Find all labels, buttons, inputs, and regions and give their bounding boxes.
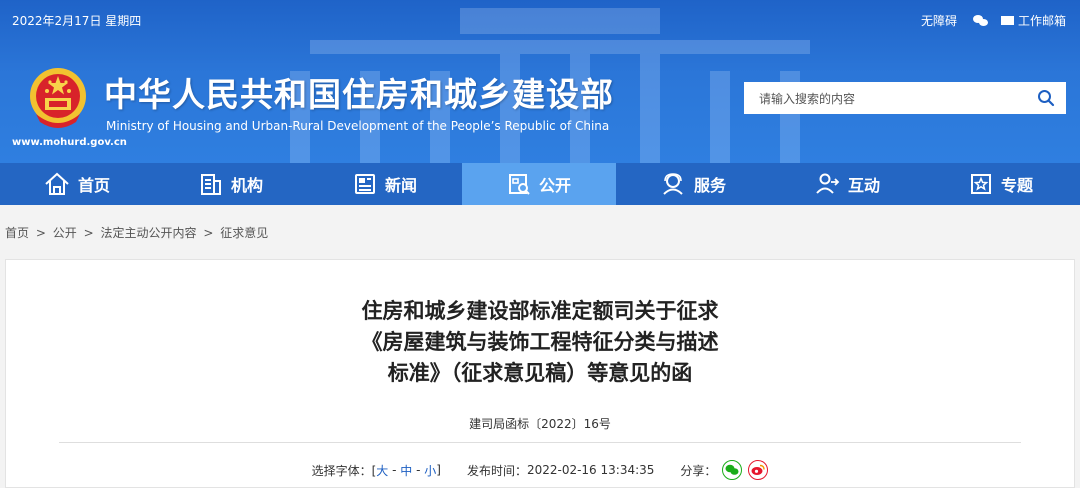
service-icon bbox=[663, 173, 683, 195]
font-size-separator: - bbox=[412, 463, 425, 477]
nav-organization-label: 机构 bbox=[230, 176, 263, 195]
wechat-icon[interactable] bbox=[972, 14, 989, 27]
nav-home-label: 首页 bbox=[77, 176, 110, 195]
search-icon bbox=[1038, 90, 1055, 107]
nav-service[interactable]: 服务 bbox=[616, 163, 770, 205]
font-size-label: 选择字体：[ bbox=[311, 463, 377, 478]
breadcrumb-statutory[interactable]: 法定主动公开内容 bbox=[100, 226, 196, 240]
nav-interaction[interactable]: 互动 bbox=[770, 163, 924, 205]
article-title-line: 住房和城乡建设部标准定额司关于征求 bbox=[361, 299, 719, 323]
document-number: 建司局函标〔2022〕16号 bbox=[469, 417, 611, 431]
nav-service-label: 服务 bbox=[693, 176, 726, 195]
font-size-large[interactable]: 大 bbox=[376, 462, 388, 479]
search-box[interactable]: 请输入搜索的内容 bbox=[744, 82, 1066, 114]
search-button[interactable] bbox=[1026, 89, 1066, 107]
accessibility-link[interactable]: 无障碍 bbox=[921, 12, 957, 29]
nav-disclosure-label: 公开 bbox=[538, 176, 571, 195]
nav-topics-label: 专题 bbox=[1000, 176, 1033, 195]
newspaper-icon bbox=[354, 174, 375, 194]
nav-news-label: 新闻 bbox=[384, 176, 417, 195]
breadcrumb-consultation[interactable]: 征求意见 bbox=[220, 226, 268, 240]
current-date: 2022年2月17日 星期四 bbox=[12, 14, 142, 28]
interaction-icon bbox=[816, 173, 840, 194]
nav-home[interactable]: 首页 bbox=[0, 163, 154, 205]
search-input[interactable]: 请输入搜索的内容 bbox=[744, 90, 1026, 107]
publish-time: 2022-02-16 13:34:35 bbox=[526, 463, 655, 477]
site-url: www.mohurd.gov.cn bbox=[12, 137, 127, 148]
article-meta: 选择字体：[ 大 - 中 - 小 ] 发布时间： 2022-02-16 13:3… bbox=[6, 460, 1074, 480]
font-size-medium[interactable]: 中 bbox=[400, 462, 412, 479]
breadcrumb-separator: > bbox=[83, 226, 94, 240]
divider bbox=[59, 442, 1021, 443]
breadcrumb-separator: > bbox=[203, 226, 214, 240]
ministry-title-en: Ministry of Housing and Urban-Rural Deve… bbox=[106, 119, 610, 133]
nav-disclosure[interactable]: 公开 bbox=[462, 163, 616, 205]
publish-time-label: 发布时间： bbox=[466, 463, 527, 478]
breadcrumb: 首页 > 公开 > 法定主动公开内容 > 征求意见 bbox=[5, 224, 271, 241]
work-mail-link[interactable]: 工作邮箱 bbox=[1000, 12, 1066, 29]
breadcrumb-home[interactable]: 首页 bbox=[5, 226, 29, 240]
font-size-close: ] bbox=[436, 463, 441, 477]
share-label: 分享： bbox=[680, 463, 717, 478]
article-title-line: 《房屋建筑与装饰工程特征分类与描述 bbox=[361, 330, 719, 354]
nav-organization[interactable]: 机构 bbox=[154, 163, 308, 205]
article-title: 住房和城乡建设部标准定额司关于征求 《房屋建筑与装饰工程特征分类与描述 标准》（… bbox=[6, 296, 1074, 389]
main-nav: 首页 机构 新闻 公开 服务 互动 专题 bbox=[0, 163, 1080, 205]
weibo-icon bbox=[751, 464, 766, 475]
work-mail-label: 工作邮箱 bbox=[1017, 14, 1066, 28]
ministry-title-cn[interactable]: 中华人民共和国住房和城乡建设部 bbox=[104, 68, 614, 116]
wechat-icon bbox=[725, 464, 739, 475]
star-icon bbox=[970, 174, 991, 194]
mail-icon bbox=[1000, 16, 1014, 25]
nav-news[interactable]: 新闻 bbox=[308, 163, 462, 205]
nav-topics[interactable]: 专题 bbox=[924, 163, 1078, 205]
site-header: 2022年2月17日 星期四 无障碍 工作邮箱 www.mohurd.gov.c… bbox=[0, 0, 1080, 163]
font-size-small[interactable]: 小 bbox=[424, 462, 436, 479]
share-wechat-button[interactable] bbox=[722, 460, 743, 480]
disclosure-icon bbox=[508, 174, 530, 195]
home-icon bbox=[45, 172, 69, 195]
top-links: 无障碍 工作邮箱 bbox=[909, 12, 1066, 29]
national-emblem-icon bbox=[30, 68, 86, 128]
building-icon bbox=[200, 174, 221, 195]
article-title-line: 标准》（征求意见稿）等意见的函 bbox=[387, 361, 693, 385]
share-weibo-button[interactable] bbox=[748, 460, 769, 480]
font-size-separator: - bbox=[388, 463, 401, 477]
nav-interaction-label: 互动 bbox=[847, 176, 880, 195]
breadcrumb-separator: > bbox=[35, 226, 46, 240]
article-panel: 住房和城乡建设部标准定额司关于征求 《房屋建筑与装饰工程特征分类与描述 标准》（… bbox=[5, 259, 1075, 488]
breadcrumb-disclosure[interactable]: 公开 bbox=[53, 226, 77, 240]
